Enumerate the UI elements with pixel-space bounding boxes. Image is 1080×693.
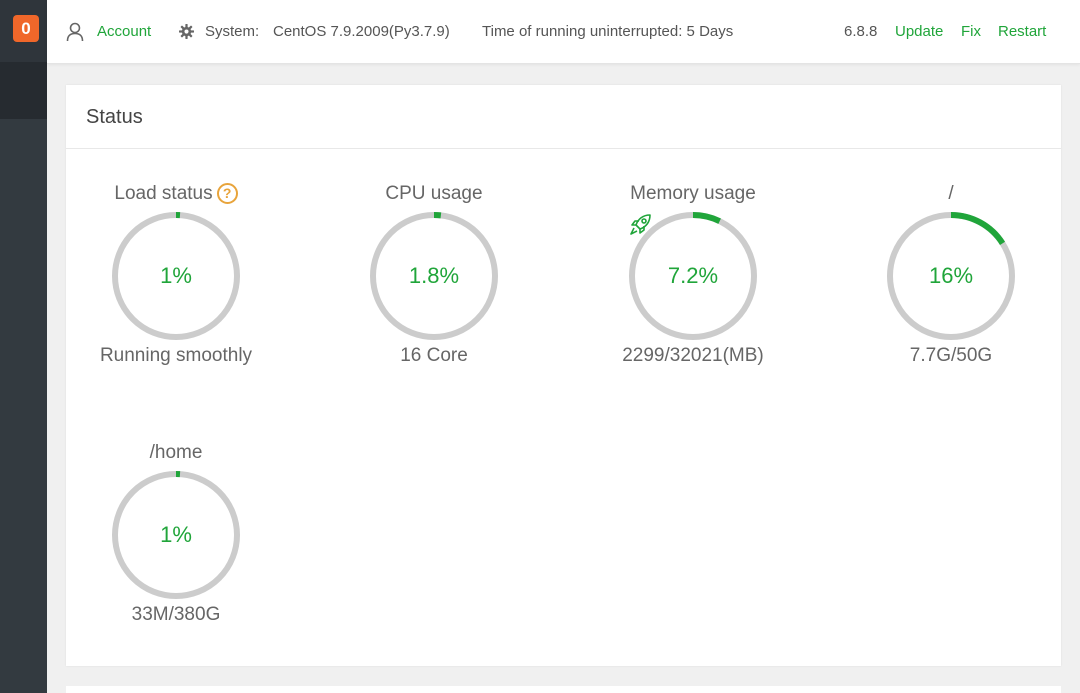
gauge-ring[interactable]: 1% [111, 211, 241, 341]
sidebar-header: 0 [0, 0, 47, 62]
gauge-value: 7.2% [667, 263, 719, 288]
gauge-label: Memory usage [630, 183, 756, 204]
gauge-sub: 16 Core [400, 345, 468, 366]
gauge-disk-root: / 16% 7.7G/50G [851, 182, 1051, 367]
gauge-cpu: CPU usage 1.8% 16 Core [334, 182, 534, 367]
gauge-label: /home [149, 442, 203, 463]
gauge-value: 1% [160, 263, 192, 288]
gauge-sub: Running smoothly [99, 345, 253, 366]
gauge-value: 16% [928, 263, 974, 288]
gauge-ring[interactable]: 7.2% [628, 211, 758, 341]
system-label: System: [205, 23, 260, 40]
system-value: CentOS 7.9.2009(Py3.7.9) [273, 23, 450, 40]
gauge-ring[interactable]: 1.8% [369, 211, 499, 341]
restart-link[interactable]: Restart [998, 23, 1046, 41]
fix-link[interactable]: Fix [961, 23, 981, 41]
notification-badge[interactable]: 0 [13, 15, 39, 42]
sidebar: 0 [0, 0, 47, 693]
version-text: 6.8.8 [844, 23, 878, 40]
top-bar: Account System: CentOS 7.9.2009(Py3.7.9)… [47, 0, 1080, 64]
gauge-load: Load status? 1% Running smoothly [76, 182, 276, 367]
gauge-label: Load status? [76, 182, 276, 206]
next-panel [66, 686, 1061, 693]
uptime-text: Time of running uninterrupted: 5 Days [482, 23, 734, 40]
sidebar-item-home[interactable] [0, 62, 47, 119]
gauge-label: / [948, 183, 954, 204]
panel-divider [66, 148, 1061, 149]
status-panel: Status Load status? 1% Running smoothly … [66, 85, 1061, 666]
gauge-value: 1% [160, 522, 192, 547]
question-icon[interactable]: ? [216, 183, 238, 204]
gauge-sub: 7.7G/50G [909, 345, 993, 366]
gauge-label: CPU usage [385, 183, 483, 204]
gauge-disk-home: /home 1% 33M/380G [76, 441, 276, 626]
user-icon [66, 22, 84, 42]
gauge-value: 1.8% [408, 263, 460, 288]
update-link[interactable]: Update [895, 23, 943, 41]
gear-icon [179, 24, 194, 39]
gauge-ring[interactable]: 1% [111, 470, 241, 600]
account-link[interactable]: Account [97, 23, 151, 41]
gauge-sub: 33M/380G [131, 604, 221, 625]
panel-title: Status [86, 106, 143, 128]
gauge-memory: Memory usage 7.2% 2299/32021(MB) [593, 182, 793, 367]
gauge-ring[interactable]: 16% [886, 211, 1016, 341]
gauge-label-text: Load status [114, 183, 213, 204]
gauge-sub: 2299/32021(MB) [622, 345, 764, 366]
